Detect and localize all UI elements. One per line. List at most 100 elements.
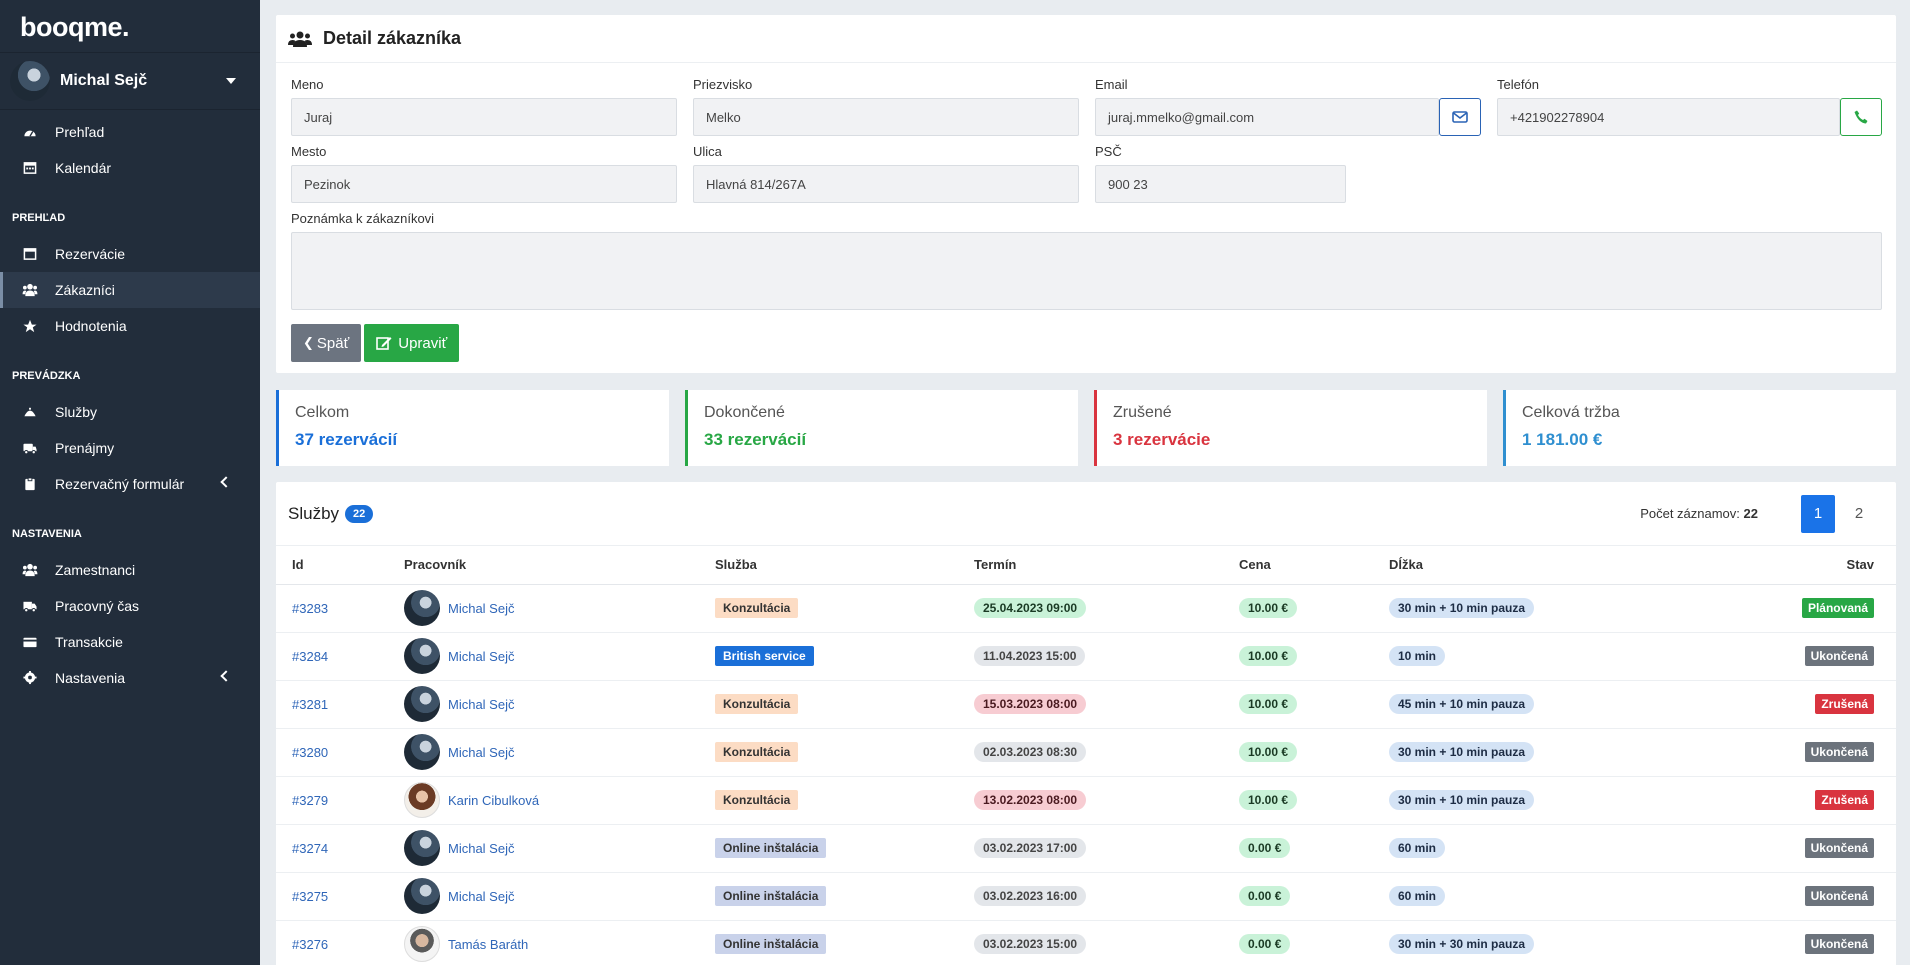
col-term[interactable]: Termín (958, 546, 1223, 585)
sidebar-item-label: Rezervácie (55, 246, 126, 262)
worker-link[interactable]: Michal Sejč (448, 841, 514, 856)
col-status[interactable]: Stav (1695, 546, 1896, 585)
sidebar-item-sluzby[interactable]: Služby (0, 394, 260, 430)
length-badge: 30 min + 10 min pauza (1389, 742, 1535, 762)
table-row[interactable]: #3276 Tamás Baráth Online inštalácia 03.02.… (276, 920, 1896, 965)
worker-link[interactable]: Michal Sejč (448, 745, 514, 760)
phone-field[interactable]: +421902278904 (1497, 98, 1840, 136)
sidebar-item-nastavenia[interactable]: Nastavenia (0, 660, 260, 696)
zip-field[interactable]: 900 23 (1095, 165, 1346, 203)
sidebar-item-prehlad[interactable]: Prehľad (0, 114, 260, 150)
first-name-field[interactable]: Juraj (291, 98, 677, 136)
sidebar-item-pracovny-cas[interactable]: Pracovný čas (0, 588, 260, 624)
col-price[interactable]: Cena (1223, 546, 1373, 585)
service-cell: British service (699, 632, 958, 681)
records-value: 22 (1743, 506, 1758, 521)
last-name-group: Priezvisko Melko (693, 77, 1079, 136)
table-row[interactable]: #3279 Karin Cibulková Konzultácia 13.02.202… (276, 776, 1896, 825)
services-card: Služby 22 Počet záznamov: 22 1 2 Id Prac… (276, 482, 1896, 965)
service-cell: Online inštalácia (699, 824, 958, 873)
bell-icon (24, 407, 36, 417)
services-title: Služby (288, 503, 340, 523)
worker-link[interactable]: Michal Sejč (448, 601, 514, 616)
id-cell: #3283 (276, 584, 388, 633)
avatar (404, 590, 440, 626)
stat-card: Celková tržba 1 181.00 € (1503, 390, 1896, 466)
service-tag: Online inštalácia (715, 886, 827, 906)
reservation-id-link[interactable]: #3283 (292, 601, 328, 616)
reservation-id-link[interactable]: #3279 (292, 793, 328, 808)
col-id[interactable]: Id (276, 546, 388, 585)
phone-group: Telefón +421902278904 (1497, 77, 1882, 136)
edit-button[interactable]: Upraviť (364, 324, 460, 362)
price-cell: 0.00 € (1223, 824, 1373, 873)
page-2-button[interactable]: 2 (1842, 495, 1876, 533)
sidebar-item-kalendar[interactable]: Kalendár (0, 150, 260, 186)
sidebar-item-rezervacie[interactable]: Rezervácie (0, 236, 260, 272)
avatar (10, 61, 50, 101)
call-button[interactable] (1840, 98, 1882, 136)
worker-cell: Michal Sejč (388, 632, 699, 681)
status-badge: Zrušená (1815, 790, 1874, 810)
term-badge: 13.02.2023 08:00 (974, 790, 1087, 810)
reservation-id-link[interactable]: #3280 (292, 745, 328, 760)
price-badge: 0.00 € (1239, 838, 1291, 858)
price-badge: 10.00 € (1239, 790, 1298, 810)
reservation-id-link[interactable]: #3275 (292, 889, 328, 904)
back-button[interactable]: ❮ Späť (291, 324, 362, 362)
price-cell: 10.00 € (1223, 728, 1373, 777)
sidebar-item-zamestnanci[interactable]: Zamestnanci (0, 552, 260, 588)
reservation-id-link[interactable]: #3274 (292, 841, 328, 856)
sidebar-item-zakaznici[interactable]: Zákazníci (0, 272, 260, 308)
email-field[interactable]: juraj.mmelko@gmail.com (1095, 98, 1439, 136)
worker-link[interactable]: Tamás Baráth (448, 937, 528, 952)
table-row[interactable]: #3283 Michal Sejč Konzultácia 25.04.2023 09… (276, 584, 1896, 633)
worker: Michal Sejč (404, 734, 683, 770)
worker-link[interactable]: Michal Sejč (448, 889, 514, 904)
street-field[interactable]: Hlavná 814/267A (693, 165, 1079, 203)
credit-card-icon (23, 637, 37, 648)
worker-link[interactable]: Michal Sejč (448, 649, 514, 664)
worker-cell: Michal Sejč (388, 728, 699, 777)
stat-card: Dokončené 33 rezervácií (685, 390, 1078, 466)
table-row[interactable]: #3274 Michal Sejč Online inštalácia 03.02.2… (276, 824, 1896, 873)
length-cell: 30 min + 10 min pauza (1373, 728, 1696, 777)
user-menu[interactable]: Michal Sejč (0, 52, 260, 110)
table-row[interactable]: #3284 Michal Sejč British service 11.04.202… (276, 632, 1896, 681)
sidebar-item-prenajmy[interactable]: Prenájmy (0, 430, 260, 466)
reservation-id-link[interactable]: #3284 (292, 649, 328, 664)
app-logo[interactable]: booqme. (0, 0, 260, 52)
length-badge: 10 min (1389, 646, 1446, 666)
stat-title: Zrušené (1113, 404, 1172, 421)
col-service[interactable]: Služba (699, 546, 958, 585)
table-header-row: Id Pracovník Služba Termín Cena Dĺžka St… (276, 546, 1896, 585)
services-table: Id Pracovník Služba Termín Cena Dĺžka St… (276, 546, 1896, 965)
page-1-button[interactable]: 1 (1801, 494, 1835, 533)
sidebar-item-rezervacny-formular[interactable]: Rezervačný formulár (0, 466, 260, 502)
table-row[interactable]: #3280 Michal Sejč Konzultácia 02.03.2023 08… (276, 728, 1896, 777)
table-row[interactable]: #3281 Michal Sejč Konzultácia 15.03.2023 08… (276, 680, 1896, 729)
table-row[interactable]: #3275 Michal Sejč Online inštalácia 03.02.2… (276, 872, 1896, 921)
send-email-button[interactable] (1439, 98, 1481, 136)
reservation-id-link[interactable]: #3281 (292, 697, 328, 712)
worker-link[interactable]: Karin Cibulková (448, 793, 539, 808)
last-name-field[interactable]: Melko (693, 98, 1079, 136)
col-worker[interactable]: Pracovník (388, 546, 699, 585)
sidebar-item-label: Kalendár (55, 160, 112, 176)
sidebar-item-hodnotenia[interactable]: Hodnotenia (0, 308, 260, 344)
term-badge: 15.03.2023 08:00 (974, 694, 1087, 714)
status-cell: Zrušená (1695, 680, 1896, 729)
sidebar-item-transakcie[interactable]: Transakcie (0, 624, 260, 660)
worker-link[interactable]: Michal Sejč (448, 697, 514, 712)
zip-label: PSČ (1095, 144, 1122, 159)
main-content: Detail zákazníka Meno Juraj Priezvisko M… (276, 15, 1896, 965)
status-cell: Ukončená (1695, 872, 1896, 921)
service-cell: Konzultácia (699, 728, 958, 777)
id-cell: #3281 (276, 680, 388, 729)
city-field[interactable]: Pezinok (291, 165, 677, 203)
reservation-id-link[interactable]: #3276 (292, 937, 328, 952)
calendar-check-icon (23, 248, 37, 260)
col-length[interactable]: Dĺžka (1373, 546, 1696, 585)
note-textarea[interactable] (291, 232, 1882, 310)
length-cell: 10 min (1373, 632, 1696, 681)
